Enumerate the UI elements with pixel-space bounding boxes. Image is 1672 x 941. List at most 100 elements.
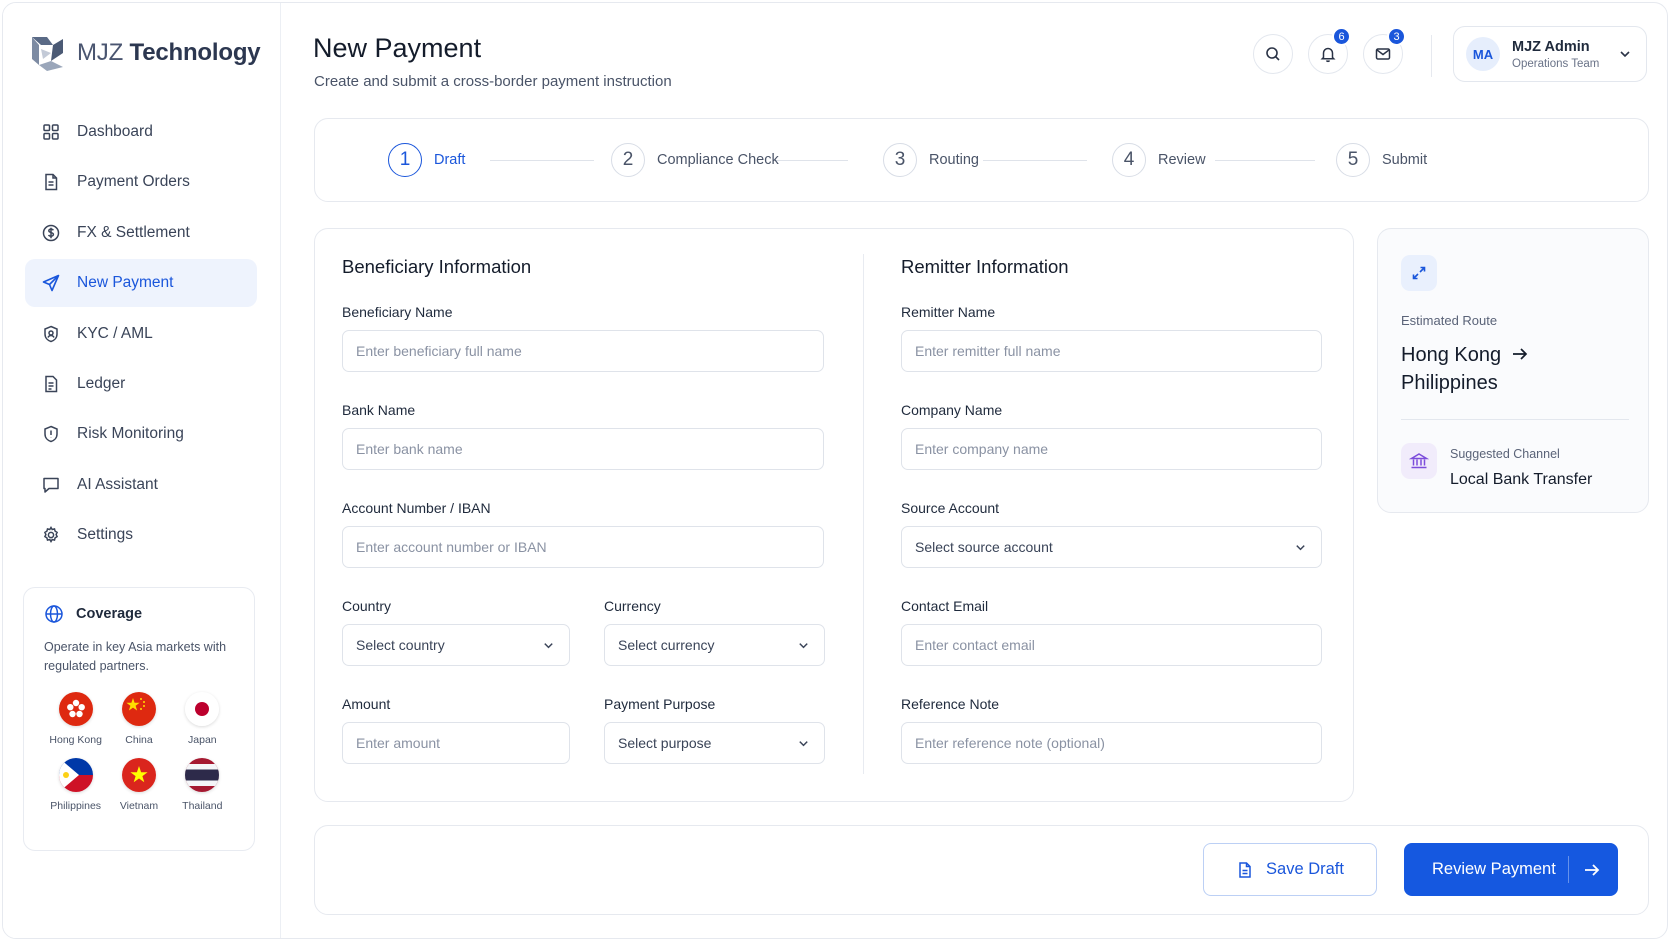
step-label: Review: [1158, 152, 1206, 168]
country-select[interactable]: Select country: [342, 624, 570, 666]
arrow-right-icon: [1585, 864, 1600, 876]
brand-prefix: MJZ: [77, 39, 124, 66]
philippines-flag-icon: [58, 758, 93, 792]
account-number-input[interactable]: Enter account number or IBAN: [342, 526, 824, 568]
page-title: New Payment: [313, 33, 482, 63]
sidebar-item-label: AI Assistant: [77, 475, 158, 493]
sidebar-item-label: FX & Settlement: [77, 223, 190, 241]
amount-input[interactable]: Enter amount: [342, 722, 570, 764]
remitter-name-input[interactable]: Enter remitter full name: [901, 330, 1322, 372]
country-label: Philippines: [50, 800, 102, 812]
step-routing[interactable]: 3 Routing: [883, 143, 979, 177]
messages-badge: 3: [1387, 27, 1406, 46]
step-compliance-check[interactable]: 2 Compliance Check: [611, 143, 779, 177]
reference-note-input[interactable]: Enter reference note (optional): [901, 722, 1322, 764]
avatar: MA: [1466, 37, 1500, 71]
sidebar-item-new-payment[interactable]: New Payment: [25, 259, 257, 308]
save-draft-button[interactable]: Save Draft: [1203, 843, 1377, 896]
payment-purpose-select[interactable]: Select purpose: [604, 722, 825, 764]
chevron-down-icon: [1296, 545, 1305, 551]
country-philippines: Philippines: [44, 758, 107, 812]
beneficiary-section-title: Beneficiary Information: [342, 256, 532, 277]
search-icon: [1266, 47, 1280, 61]
arrow-right-icon: [1512, 348, 1527, 360]
sidebar-item-label: KYC / AML: [77, 324, 153, 342]
sidebar-item-label: New Payment: [77, 274, 174, 292]
bell-icon: [1320, 47, 1336, 63]
brand[interactable]: MJZ Technology: [29, 33, 261, 73]
country-china: China: [107, 692, 170, 746]
beneficiary-name-label: Beneficiary Name: [342, 304, 453, 320]
step-number: 3: [883, 143, 917, 177]
chevron-down-icon: [799, 741, 808, 747]
hong-kong-flag-icon: [58, 692, 93, 726]
sidebar-item-kyc-aml[interactable]: KYC / AML: [25, 310, 257, 358]
source-account-value: Select source account: [915, 539, 1053, 555]
step-number: 1: [388, 143, 422, 177]
company-name-input[interactable]: Enter company name: [901, 428, 1322, 470]
document-icon: [1239, 861, 1251, 878]
button-separator: [1568, 856, 1569, 883]
step-connector: [983, 160, 1087, 161]
sidebar-item-label: Dashboard: [77, 123, 153, 140]
country-select-value: Select country: [356, 637, 445, 653]
route-divider: [1401, 419, 1629, 420]
currency-select[interactable]: Select currency: [604, 624, 825, 666]
sidebar-item-fx-settlement[interactable]: FX & Settlement: [25, 209, 257, 257]
gear-icon: [43, 526, 59, 544]
header-divider: [1431, 35, 1432, 77]
account-number-label: Account Number / IBAN: [342, 500, 491, 516]
notifications-badge: 6: [1332, 27, 1351, 46]
bank-icon: [1409, 453, 1429, 469]
route-to: Philippines: [1401, 372, 1498, 394]
sidebar-item-dashboard[interactable]: Dashboard: [25, 108, 257, 156]
source-account-label: Source Account: [901, 500, 1000, 516]
payment-purpose-label: Payment Purpose: [604, 696, 716, 712]
search-button[interactable]: [1253, 34, 1293, 74]
payment-stepper: 1 Draft 2 Compliance Check 3 Routing 4 R…: [314, 118, 1649, 202]
step-submit[interactable]: 5 Submit: [1336, 143, 1427, 177]
sidebar-item-settings[interactable]: Settings: [25, 511, 257, 559]
shield-icon: [44, 325, 58, 342]
page-subtitle: Create and submit a cross-border payment…: [314, 73, 672, 90]
sidebar-item-risk-monitoring[interactable]: Risk Monitoring: [25, 410, 257, 458]
step-review[interactable]: 4 Review: [1112, 143, 1206, 177]
user-role: Operations Team: [1512, 57, 1600, 70]
shield-alert-icon: [44, 426, 58, 443]
country-label: Vietnam: [119, 800, 159, 812]
country-label: Thailand: [182, 800, 223, 812]
remitter-section-title: Remitter Information: [901, 256, 1069, 277]
step-number: 5: [1336, 143, 1370, 177]
chevron-down-icon: [799, 643, 808, 649]
step-draft[interactable]: 1 Draft: [388, 143, 465, 177]
sidebar-item-ai-assistant[interactable]: AI Assistant: [25, 461, 257, 509]
beneficiary-name-input[interactable]: Enter beneficiary full name: [342, 330, 824, 372]
step-connector: [490, 160, 594, 161]
step-label: Draft: [434, 152, 466, 168]
bank-name-label: Bank Name: [342, 402, 416, 418]
sidebar-item-ledger[interactable]: Ledger: [25, 360, 257, 408]
chat-icon: [43, 477, 59, 493]
bank-name-input[interactable]: Enter bank name: [342, 428, 824, 470]
step-number: 2: [611, 143, 645, 177]
contact-email-label: Contact Email: [901, 598, 989, 614]
step-connector: [1215, 160, 1315, 161]
route-from: Hong Kong: [1401, 344, 1502, 366]
country-label: Japan: [188, 734, 217, 746]
sidebar-item-label: Ledger: [77, 374, 126, 392]
suggested-channel-label: Suggested Channel: [1450, 447, 1560, 461]
user-name: MJZ Admin: [1512, 38, 1590, 55]
notifications-button[interactable]: 6: [1308, 27, 1351, 74]
coverage-title: Coverage: [76, 606, 143, 622]
review-payment-button[interactable]: Review Payment: [1404, 843, 1618, 896]
payment-purpose-value: Select purpose: [618, 735, 712, 751]
sidebar-item-payment-orders[interactable]: Payment Orders: [25, 158, 257, 206]
payment-form: Beneficiary Information Remitter Informa…: [314, 228, 1354, 802]
messages-button[interactable]: 3: [1363, 27, 1406, 74]
country-hong-kong: Hong Kong: [44, 692, 107, 746]
user-menu[interactable]: MA MJZ Admin Operations Team: [1453, 26, 1647, 82]
country-japan: Japan: [171, 692, 234, 746]
contact-email-input[interactable]: Enter contact email: [901, 624, 1322, 666]
country-label: China: [125, 734, 153, 746]
source-account-select[interactable]: Select source account: [901, 526, 1322, 568]
